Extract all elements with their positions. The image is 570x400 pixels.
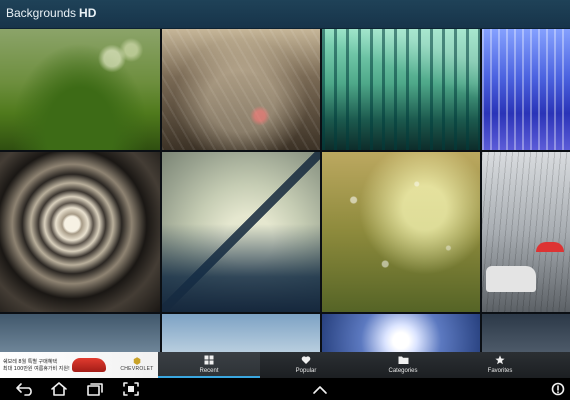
notification-icon xyxy=(551,382,565,396)
recent-apps-icon xyxy=(87,383,103,396)
wallpaper-tile-moss[interactable] xyxy=(0,28,160,150)
home-button[interactable] xyxy=(49,381,69,397)
wallpaper-tile-sun[interactable] xyxy=(322,314,480,352)
wallpaper-tile-raindrops[interactable] xyxy=(322,152,480,312)
tab-popular[interactable]: Popular xyxy=(255,352,357,378)
back-button[interactable] xyxy=(14,381,36,397)
app-title-text: Backgrounds xyxy=(6,6,77,20)
system-nav-bar xyxy=(0,378,570,400)
ad-car-image xyxy=(72,358,106,372)
wallpaper-grid xyxy=(0,28,570,352)
screenshot-button[interactable] xyxy=(122,381,140,397)
screenshot-icon xyxy=(123,382,139,396)
tab-categories-label: Categories xyxy=(388,368,418,374)
wallpaper-tile-pier[interactable] xyxy=(322,28,480,150)
back-icon xyxy=(16,383,32,396)
ad-banner[interactable]: 쉐보레 8월 특별 구매혜택 최대 100만원 여름휴가비 지원! ⬢ CHEV… xyxy=(0,352,162,378)
wallpaper-tile-sky[interactable] xyxy=(162,314,320,352)
app-title: Backgrounds HD xyxy=(6,6,96,20)
home-icon xyxy=(51,382,67,396)
tab-recent-label: Recent xyxy=(199,368,219,374)
tab-recent[interactable]: Recent xyxy=(158,352,260,378)
star-icon xyxy=(449,352,551,368)
wallpaper-tile-dark-sky[interactable] xyxy=(482,314,570,352)
wallpaper-tile-rainy-street[interactable] xyxy=(482,152,570,312)
chevron-up-icon xyxy=(313,386,327,394)
app-title-suffix: HD xyxy=(79,6,97,20)
ad-brand-logo: ⬢ CHEVROLET xyxy=(118,356,156,373)
tab-favorites-label: Favorites xyxy=(487,368,513,374)
notification-button[interactable] xyxy=(551,381,565,397)
wallpaper-tile-clouds[interactable] xyxy=(0,314,160,352)
recent-apps-button[interactable] xyxy=(86,381,104,397)
expand-up-button[interactable] xyxy=(311,383,329,399)
tab-popular-label: Popular xyxy=(295,368,317,374)
bowtie-logo-icon: ⬢ xyxy=(133,356,141,366)
ad-subline: 최대 100만원 여름휴가비 지원! xyxy=(3,366,70,372)
ad-headline: 쉐보레 8월 특별 구매혜택 xyxy=(3,359,57,365)
tab-favorites[interactable]: Favorites xyxy=(449,352,551,378)
bottom-tab-bar: 쉐보레 8월 특별 구매혜택 최대 100만원 여름휴가비 지원! ⬢ CHEV… xyxy=(0,352,570,378)
wallpaper-tile-fog-pier[interactable] xyxy=(162,152,320,312)
wallpaper-tile-waterfall[interactable] xyxy=(482,28,570,150)
wallpaper-tile-tunnel[interactable] xyxy=(0,152,160,312)
wallpaper-tile-bokeh[interactable] xyxy=(162,28,320,150)
tab-categories[interactable]: Categories xyxy=(352,352,454,378)
heart-icon xyxy=(255,352,357,368)
grid-icon xyxy=(158,352,260,368)
folder-icon xyxy=(352,352,454,368)
app-bar: Backgrounds HD xyxy=(0,0,570,29)
screen: Backgrounds HD 쉐보레 8월 특별 구매혜택 최대 100만원 여름… xyxy=(0,0,570,400)
ad-brand-name: CHEVROLET xyxy=(120,366,154,372)
